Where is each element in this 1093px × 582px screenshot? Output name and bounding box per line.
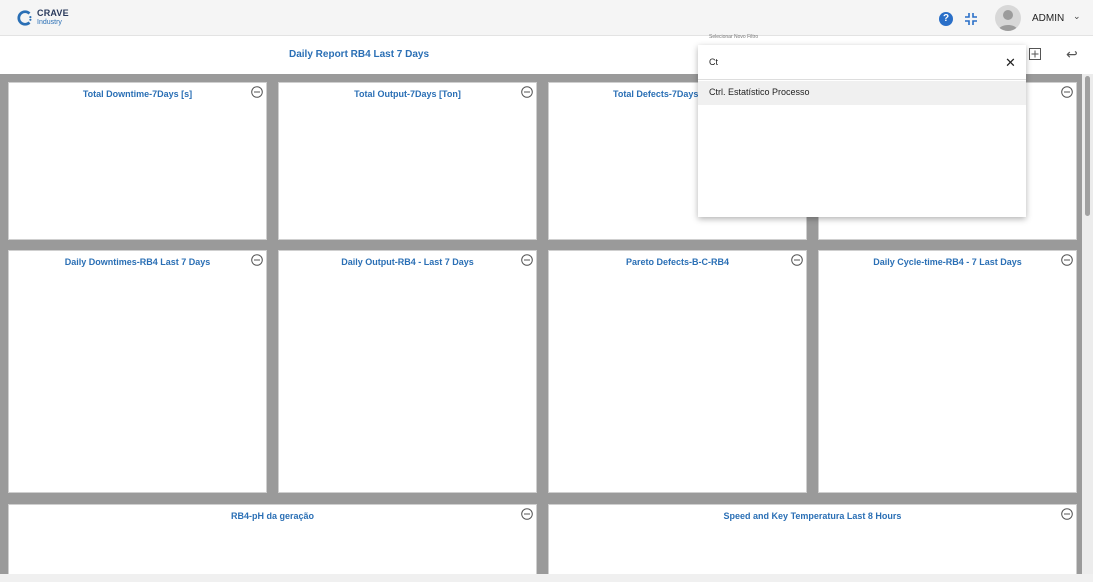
logo-name: CRAVE	[37, 8, 69, 18]
add-panel-icon[interactable]	[1029, 48, 1041, 60]
filter-label: Selecionar Novo Filtro	[709, 34, 759, 40]
panel-title: Daily Output-RB4 - Last 7 Days	[341, 257, 474, 267]
chevron-down-icon[interactable]: ⌄	[1073, 11, 1081, 22]
close-icon[interactable]: ✕	[1005, 56, 1016, 69]
remove-panel-icon[interactable]	[521, 86, 533, 98]
filter-dropdown: ✕ Ctrl. Estatístico Processo	[698, 45, 1026, 217]
panel-ph-geracao: RB4-pH da geração	[8, 504, 537, 574]
help-icon[interactable]: ?	[939, 12, 953, 26]
remove-panel-icon[interactable]	[791, 254, 803, 266]
remove-panel-icon[interactable]	[521, 508, 533, 520]
remove-panel-icon[interactable]	[1061, 86, 1073, 98]
vertical-scrollbar[interactable]	[1082, 74, 1093, 574]
footer-strip	[0, 574, 1093, 582]
remove-panel-icon[interactable]	[1061, 254, 1073, 266]
top-bar: CRAVE Industry ? ADMIN ⌄	[0, 0, 1093, 36]
remove-panel-icon[interactable]	[1061, 508, 1073, 520]
filter-search-input[interactable]	[698, 45, 1026, 80]
panel-title: RB4-pH da geração	[230, 511, 315, 521]
remove-panel-icon[interactable]	[521, 254, 533, 266]
remove-panel-icon[interactable]	[251, 86, 263, 98]
compress-icon[interactable]	[964, 12, 978, 26]
panel-daily-output: Daily Output-RB4 - Last 7 Days	[278, 250, 537, 493]
remove-panel-icon[interactable]	[251, 254, 263, 266]
logo-subtitle: Industry	[37, 19, 62, 26]
panel-daily-cycle-time: Daily Cycle-time-RB4 - 7 Last Days	[818, 250, 1077, 493]
panel-pareto-defects: Pareto Defects-B-C-RB4	[548, 250, 807, 493]
logo-icon	[17, 10, 32, 26]
panel-title: Total Output-7Days [Ton]	[354, 89, 461, 99]
back-icon[interactable]: ↩	[1066, 46, 1078, 63]
panel-title: Daily Cycle-time-RB4 - 7 Last Days	[873, 257, 1022, 267]
filter-option[interactable]: Ctrl. Estatístico Processo	[698, 81, 1026, 105]
panel-speed-temperature: Speed and Key Temperatura Last 8 Hours	[548, 504, 1077, 574]
panel-daily-downtimes: Daily Downtimes-RB4 Last 7 Days	[8, 250, 267, 493]
panel-title: Total Downtime-7Days [s]	[82, 89, 193, 99]
scroll-thumb[interactable]	[1085, 76, 1090, 216]
avatar[interactable]	[995, 5, 1021, 31]
user-avatar-icon	[998, 10, 1018, 31]
panel-title: Pareto Defects-B-C-RB4	[625, 257, 730, 267]
panel-title: Speed and Key Temperatura Last 8 Hours	[723, 511, 902, 521]
panel-total-output: Total Output-7Days [Ton]	[278, 82, 537, 240]
user-name[interactable]: ADMIN	[1032, 13, 1064, 24]
report-title: Daily Report RB4 Last 7 Days	[289, 49, 430, 60]
panel-total-downtime: Total Downtime-7Days [s]	[8, 82, 267, 240]
logo[interactable]: CRAVE Industry	[16, 9, 69, 27]
panel-title: Daily Downtimes-RB4 Last 7 Days	[64, 257, 211, 267]
